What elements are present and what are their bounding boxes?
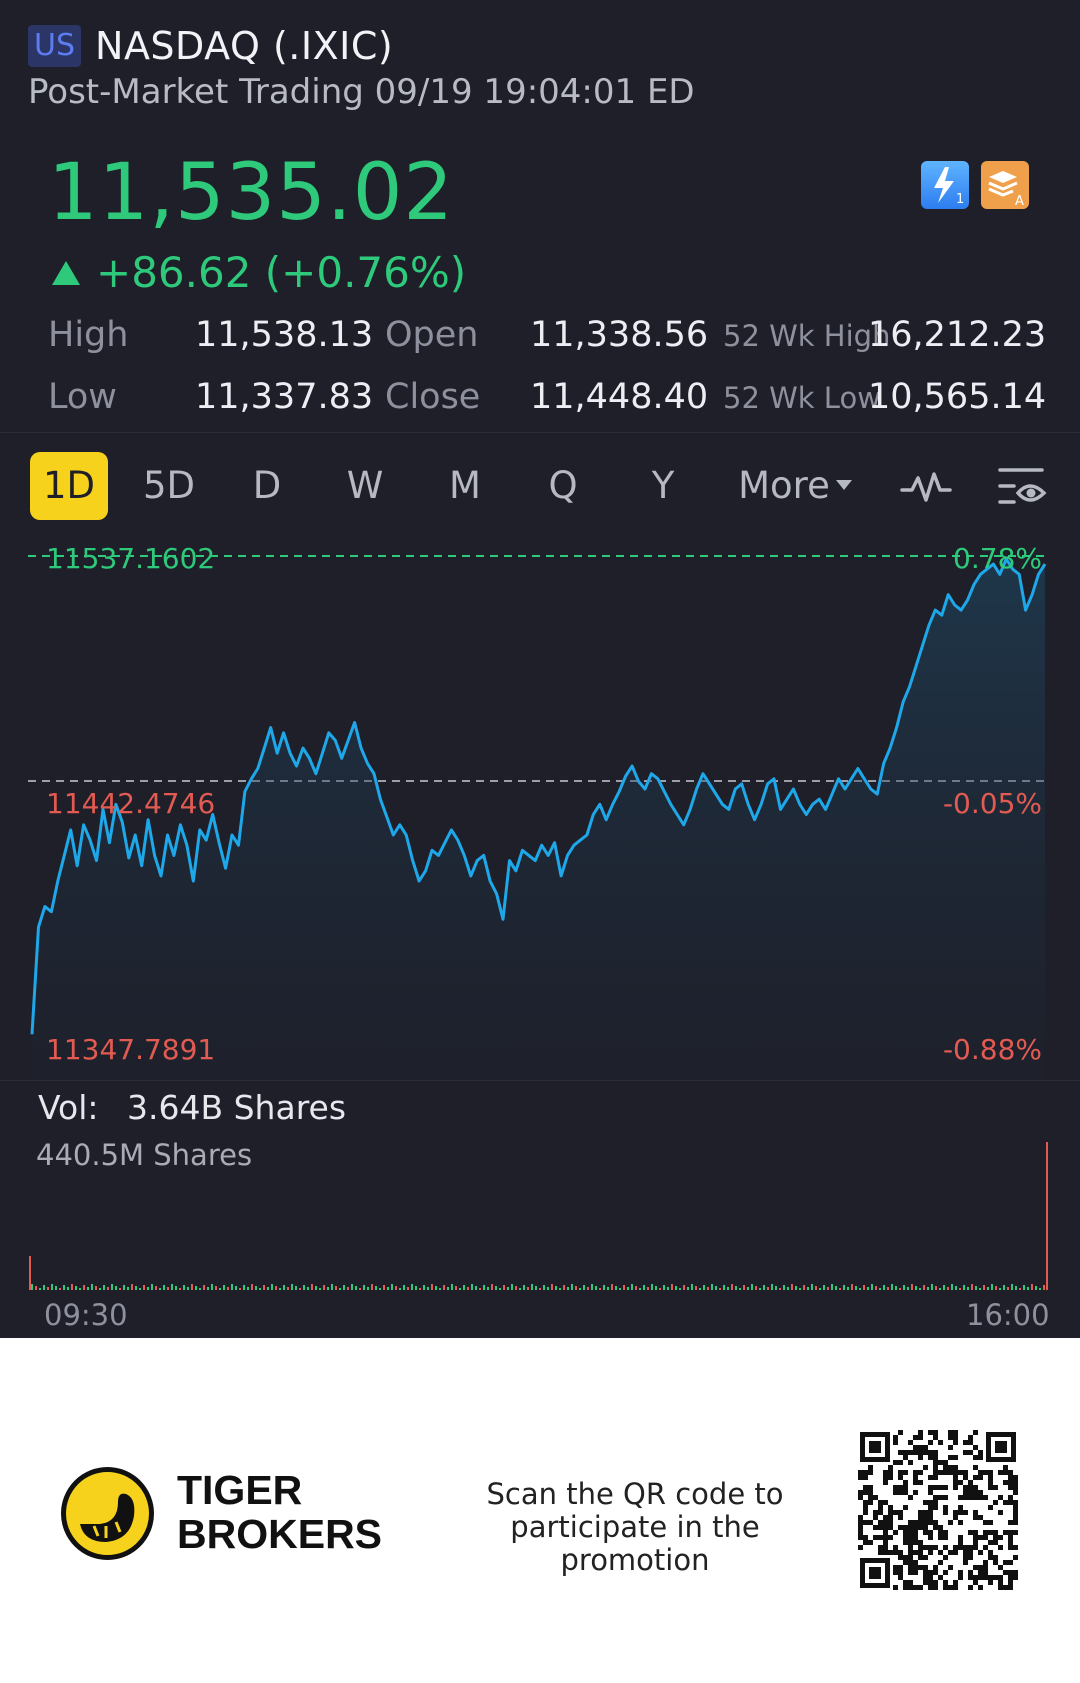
tab-quarter[interactable]: Q <box>524 452 602 520</box>
promo-text: Scan the QR code to participate in the p… <box>486 1477 784 1577</box>
period-tabs: 1D 5D D W M Q Y More <box>0 452 1080 520</box>
bottom-pct-label: -0.88% <box>943 1033 1042 1066</box>
wk52-high-label: 52 Wk High <box>723 319 891 353</box>
close-label: Close <box>385 377 481 417</box>
mid-price-label: 11442.4746 <box>46 787 215 820</box>
chart-settings-icon[interactable] <box>996 460 1052 512</box>
high-label: High <box>48 315 129 355</box>
bottom-price-label: 11347.7891 <box>46 1033 215 1066</box>
price-change-value: +86.62 (+0.76%) <box>96 248 467 297</box>
brand-name: TIGER BROKERS <box>177 1468 382 1556</box>
open-value: 11,338.56 <box>530 315 709 355</box>
volume-value: 3.64B Shares <box>127 1088 347 1127</box>
price-change: +86.62 (+0.76%) <box>52 248 466 297</box>
low-value: 11,337.83 <box>195 377 374 417</box>
brand-line-2: BROKERS <box>177 1511 383 1557</box>
tab-more-label: More <box>738 464 830 507</box>
tiger-logo-icon <box>60 1466 155 1561</box>
tab-1d[interactable]: 1D <box>30 452 108 520</box>
divider <box>0 432 1080 433</box>
caret-down-icon <box>835 479 852 490</box>
tab-5d[interactable]: 5D <box>130 452 208 520</box>
indicator-icon[interactable] <box>898 460 954 512</box>
divider <box>0 1080 1080 1081</box>
layers-a-icon[interactable]: A <box>981 161 1029 209</box>
svg-text:1: 1 <box>956 192 964 207</box>
promo-footer: TIGER BROKERS Scan the QR code to partic… <box>0 1338 1080 1683</box>
open-label: Open <box>385 315 479 355</box>
top-pct-label: 0.78% <box>953 542 1042 575</box>
quote-screen: US NASDAQ (.IXIC) Post-Market Trading 09… <box>0 0 1080 1338</box>
high-value: 11,538.13 <box>195 315 374 355</box>
top-price-label: 11537.1602 <box>46 542 215 575</box>
qr-code-icon[interactable] <box>858 1430 1018 1590</box>
svg-text:A: A <box>1015 194 1024 209</box>
brand-line-1: TIGER <box>177 1467 303 1513</box>
wk52-low-value: 10,565.14 <box>868 377 1047 417</box>
mid-pct-label: -0.05% <box>943 787 1042 820</box>
start-time: 09:30 <box>44 1298 128 1332</box>
last-price: 11,535.02 <box>48 148 454 238</box>
volume-label: Vol: 3.64B Shares <box>38 1088 346 1127</box>
close-value: 11,448.40 <box>530 377 709 417</box>
low-label: Low <box>48 377 117 417</box>
lightning-1-icon[interactable]: 1 <box>921 161 969 209</box>
wk52-high-value: 16,212.23 <box>868 315 1047 355</box>
key-stats: High 11,538.13 Open 11,338.56 52 Wk High… <box>0 315 1080 445</box>
tab-day[interactable]: D <box>228 452 306 520</box>
market-badge: US <box>28 25 82 67</box>
tab-week[interactable]: W <box>326 452 404 520</box>
tab-year[interactable]: Y <box>624 452 702 520</box>
tab-more[interactable]: More <box>730 452 860 520</box>
tab-month[interactable]: M <box>426 452 504 520</box>
volume-title: Vol: <box>38 1088 99 1127</box>
volume-chart <box>29 1142 1048 1290</box>
intraday-price-chart[interactable]: 11537.1602 0.78% 11442.4746 -0.05% 11347… <box>0 540 1080 1080</box>
header: US NASDAQ (.IXIC) <box>28 22 393 70</box>
page-title: NASDAQ (.IXIC) <box>95 24 394 68</box>
end-time: 16:00 <box>966 1298 1050 1332</box>
up-arrow-icon <box>52 260 80 285</box>
wk52-low-label: 52 Wk Low <box>723 381 881 415</box>
market-status: Post-Market Trading 09/19 19:04:01 ED <box>28 72 695 112</box>
